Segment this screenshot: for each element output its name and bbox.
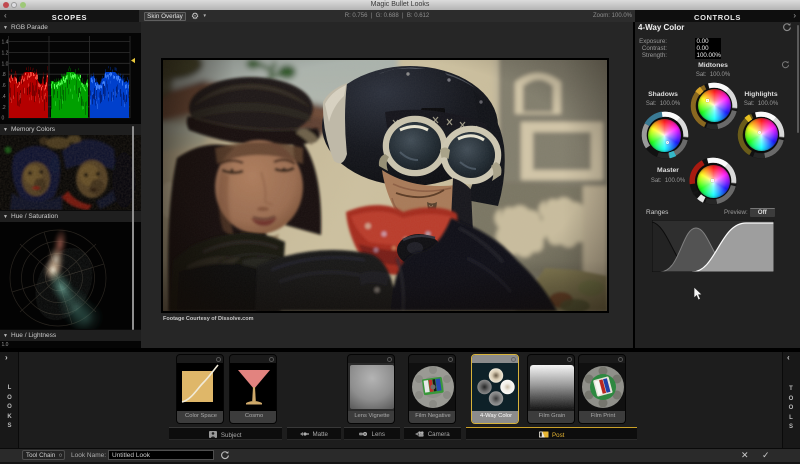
svg-text:.2: .2 <box>2 105 6 111</box>
svg-text:.8: .8 <box>2 72 6 78</box>
svg-text:0: 0 <box>2 116 5 122</box>
svg-text:.6: .6 <box>2 83 6 89</box>
svg-text:1.4: 1.4 <box>2 40 9 46</box>
svg-text:.4: .4 <box>2 94 6 100</box>
svg-text:1.2: 1.2 <box>2 50 9 56</box>
svg-text:1.0: 1.0 <box>2 61 9 67</box>
